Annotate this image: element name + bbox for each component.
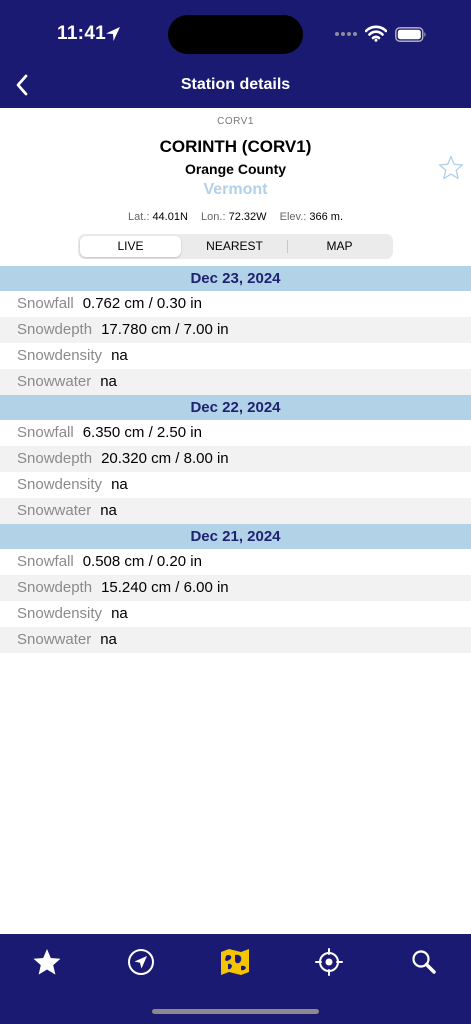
data-row: Snowdepth 15.240 cm / 6.00 in bbox=[0, 575, 471, 601]
cellular-signal-icon bbox=[335, 32, 357, 36]
row-value: na bbox=[100, 373, 117, 390]
data-row: Snowwater na bbox=[0, 369, 471, 395]
day-header: Dec 23, 2024 bbox=[0, 266, 471, 291]
row-value: 6.350 cm / 2.50 in bbox=[82, 424, 202, 441]
row-value: na bbox=[100, 502, 117, 519]
data-row: Snowfall 0.762 cm / 0.30 in bbox=[0, 291, 471, 317]
row-value: na bbox=[111, 476, 128, 493]
battery-icon bbox=[395, 27, 426, 42]
data-row: Snowfall 6.350 cm / 2.50 in bbox=[0, 420, 471, 446]
status-bar: 11:41 bbox=[0, 0, 471, 62]
row-value: 15.240 cm / 6.00 in bbox=[101, 579, 229, 596]
wifi-icon bbox=[365, 25, 387, 42]
data-row: Snowdensity na bbox=[0, 472, 471, 498]
row-label: Snowfall bbox=[17, 553, 74, 570]
row-value: 20.320 cm / 8.00 in bbox=[101, 450, 229, 467]
row-label: Snowdepth bbox=[17, 321, 93, 338]
lon-value: 72.32W bbox=[228, 211, 267, 223]
row-value: 17.780 cm / 7.00 in bbox=[101, 321, 229, 338]
day-header: Dec 22, 2024 bbox=[0, 395, 471, 420]
row-value: na bbox=[100, 631, 117, 648]
row-label: Snowdensity bbox=[17, 347, 103, 364]
data-row: Snowdensity na bbox=[0, 343, 471, 369]
segment-map[interactable]: MAP bbox=[288, 234, 391, 259]
view-segmented-control: LIVE NEAREST MAP bbox=[78, 234, 393, 259]
status-time: 11:41 bbox=[57, 23, 107, 44]
row-label: Snowwater bbox=[17, 631, 92, 648]
station-code: CORV1 bbox=[217, 116, 254, 127]
row-label: Snowfall bbox=[17, 295, 74, 312]
dynamic-island bbox=[168, 15, 303, 54]
row-label: Snowfall bbox=[17, 424, 74, 441]
row-value: 0.762 cm / 0.30 in bbox=[82, 295, 202, 312]
station-county: Orange County bbox=[184, 161, 287, 177]
star-icon[interactable] bbox=[31, 946, 63, 978]
elev-value: 366 m. bbox=[309, 211, 344, 223]
row-label: Snowdepth bbox=[17, 450, 93, 467]
station-name: CORINTH (CORV1) bbox=[159, 137, 312, 156]
navigation-bar: Station details bbox=[0, 62, 471, 108]
segment-nearest[interactable]: NEAREST bbox=[183, 234, 286, 259]
search-icon[interactable] bbox=[408, 946, 440, 978]
map-icon[interactable] bbox=[219, 946, 251, 978]
row-label: Snowdensity bbox=[17, 605, 103, 622]
page-title: Station details bbox=[180, 76, 291, 93]
row-label: Snowdensity bbox=[17, 476, 103, 493]
segment-live[interactable]: LIVE bbox=[80, 236, 181, 257]
location-arrow-icon bbox=[106, 27, 120, 41]
lat-value: 44.01N bbox=[152, 211, 188, 223]
data-row: Snowwater na bbox=[0, 498, 471, 524]
lon-label: Lon.: bbox=[201, 211, 226, 223]
day-header: Dec 21, 2024 bbox=[0, 524, 471, 549]
favorite-star-icon[interactable] bbox=[438, 155, 464, 181]
row-label: Snowwater bbox=[17, 502, 92, 519]
data-row: Snowdepth 17.780 cm / 7.00 in bbox=[0, 317, 471, 343]
elev-label: Elev.: bbox=[279, 211, 307, 223]
station-header: CORV1 CORINTH (CORV1) Orange County Verm… bbox=[0, 108, 471, 266]
station-state: Vermont bbox=[203, 181, 268, 198]
lat-label: Lat.: bbox=[127, 211, 150, 223]
crosshair-icon[interactable] bbox=[313, 946, 345, 978]
row-value: na bbox=[111, 347, 128, 364]
data-row: Snowdensity na bbox=[0, 601, 471, 627]
snow-data-list[interactable]: Dec 23, 2024 Snowfall 0.762 cm / 0.30 in Sn… bbox=[0, 266, 471, 653]
home-indicator[interactable] bbox=[152, 1009, 319, 1014]
row-value: 0.508 cm / 0.20 in bbox=[82, 553, 202, 570]
row-label: Snowdepth bbox=[17, 579, 93, 596]
data-row: Snowfall 0.508 cm / 0.20 in bbox=[0, 549, 471, 575]
row-value: na bbox=[111, 605, 128, 622]
row-label: Snowwater bbox=[17, 373, 92, 390]
compass-icon[interactable] bbox=[125, 946, 157, 978]
data-row: Snowwater na bbox=[0, 627, 471, 653]
data-row: Snowdepth 20.320 cm / 8.00 in bbox=[0, 446, 471, 472]
station-coordinates: Lat.: 44.01N Lon.: 72.32W Elev.: 366 m. bbox=[0, 211, 471, 223]
